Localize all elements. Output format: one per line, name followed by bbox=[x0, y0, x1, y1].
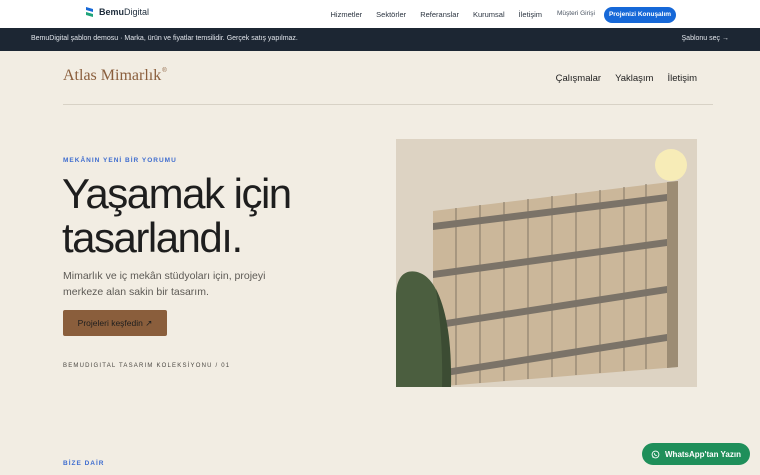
about-eyebrow: BİZE DAİR bbox=[63, 460, 105, 467]
hero-illustration bbox=[396, 139, 697, 387]
whatsapp-icon bbox=[651, 450, 660, 458]
main-nav: Hizmetler Sektörler Referanslar Kurumsal… bbox=[331, 10, 543, 19]
site-nav: Çalışmalar Yaklaşım İletişim bbox=[556, 73, 697, 84]
header-divider bbox=[63, 104, 713, 105]
whatsapp-button[interactable]: WhatsApp'tan Yazın bbox=[642, 443, 750, 465]
project-cta-button[interactable]: Projenizi Konuşalım bbox=[604, 7, 676, 23]
whatsapp-label: WhatsApp'tan Yazın bbox=[665, 449, 741, 459]
nav-item-referanslar[interactable]: Referanslar bbox=[420, 10, 459, 19]
headline-line-1: Yaşamak için bbox=[62, 170, 292, 217]
customer-login-link[interactable]: Müşteri Girişi bbox=[557, 10, 595, 17]
site-nav-yaklasim[interactable]: Yaklaşım bbox=[615, 73, 653, 84]
demo-banner: BemuDigital şablon demosu · Marka, ürün … bbox=[0, 28, 760, 51]
hero-subcopy: Mimarlık ve iç mekân stüdyoları için, pr… bbox=[63, 270, 266, 298]
building-facade bbox=[433, 181, 678, 387]
site-nav-iletisim[interactable]: İletişim bbox=[667, 73, 697, 84]
demo-banner-text: BemuDigital şablon demosu · Marka, ürün … bbox=[31, 35, 298, 42]
top-navbar: BemuDigital Hizmetler Sektörler Referans… bbox=[0, 0, 760, 28]
choose-template-link[interactable]: Şablonu seç → bbox=[682, 35, 729, 42]
site-nav-calismalar[interactable]: Çalışmalar bbox=[556, 73, 601, 84]
headline-line-2: tasarlandı. bbox=[62, 214, 243, 261]
nav-item-hizmetler[interactable]: Hizmetler bbox=[331, 10, 363, 19]
sun-icon bbox=[655, 149, 687, 181]
nav-item-iletisim[interactable]: İletişim bbox=[519, 10, 542, 19]
registered-mark: ® bbox=[162, 68, 167, 74]
hero-headline: Yaşamak için tasarlandı. bbox=[62, 172, 362, 260]
bemudigital-logo-icon bbox=[86, 7, 93, 17]
atlas-logo-text: Atlas Mimarlık bbox=[63, 67, 162, 84]
brand-name: BemuDigital bbox=[99, 7, 150, 17]
atlas-logo[interactable]: Atlas Mimarlık® bbox=[63, 67, 167, 85]
nav-item-sektorler[interactable]: Sektörler bbox=[376, 10, 406, 19]
collection-label: BEMUDIGITAL TASARIM KOLEKSİYONU / 01 bbox=[63, 363, 231, 369]
nav-item-kurumsal[interactable]: Kurumsal bbox=[473, 10, 505, 19]
bemudigital-brand[interactable]: BemuDigital bbox=[85, 6, 149, 18]
hero-eyebrow: MEKÂNIN YENİ BİR YORUMU bbox=[63, 157, 177, 164]
explore-projects-button[interactable]: Projeleri keşfedin ↗ bbox=[63, 310, 167, 336]
